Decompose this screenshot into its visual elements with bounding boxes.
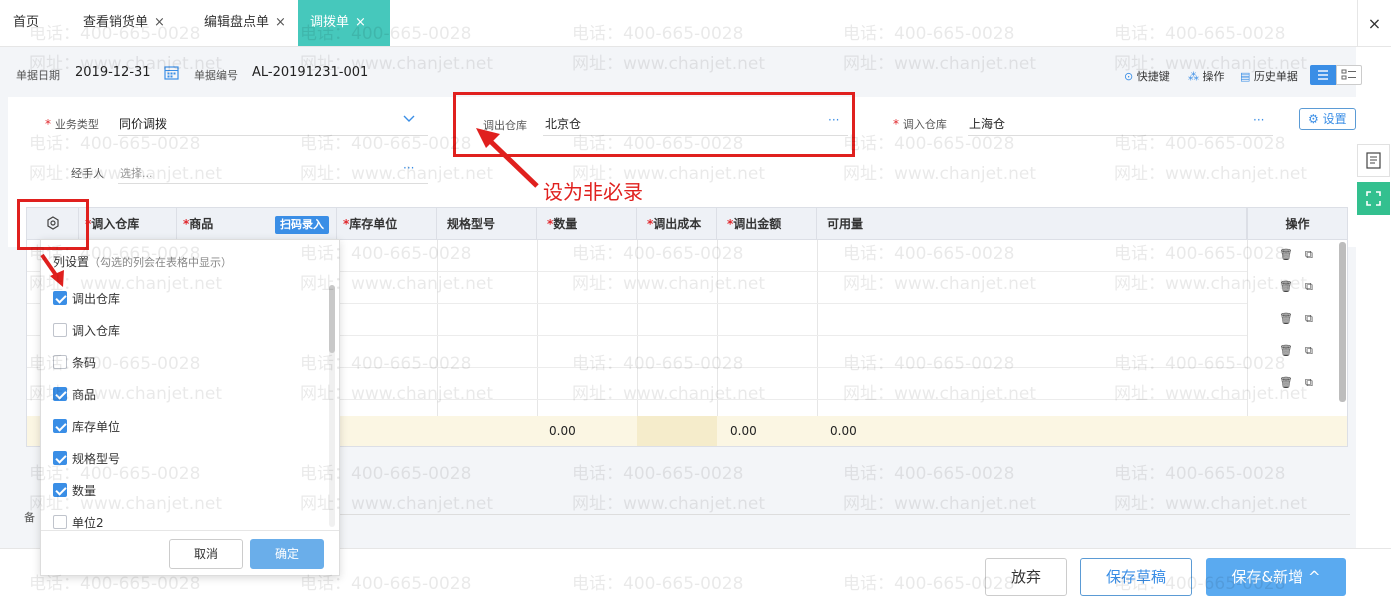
annotation-arrows — [40, 128, 539, 287]
annotation-arrow — [485, 136, 539, 188]
